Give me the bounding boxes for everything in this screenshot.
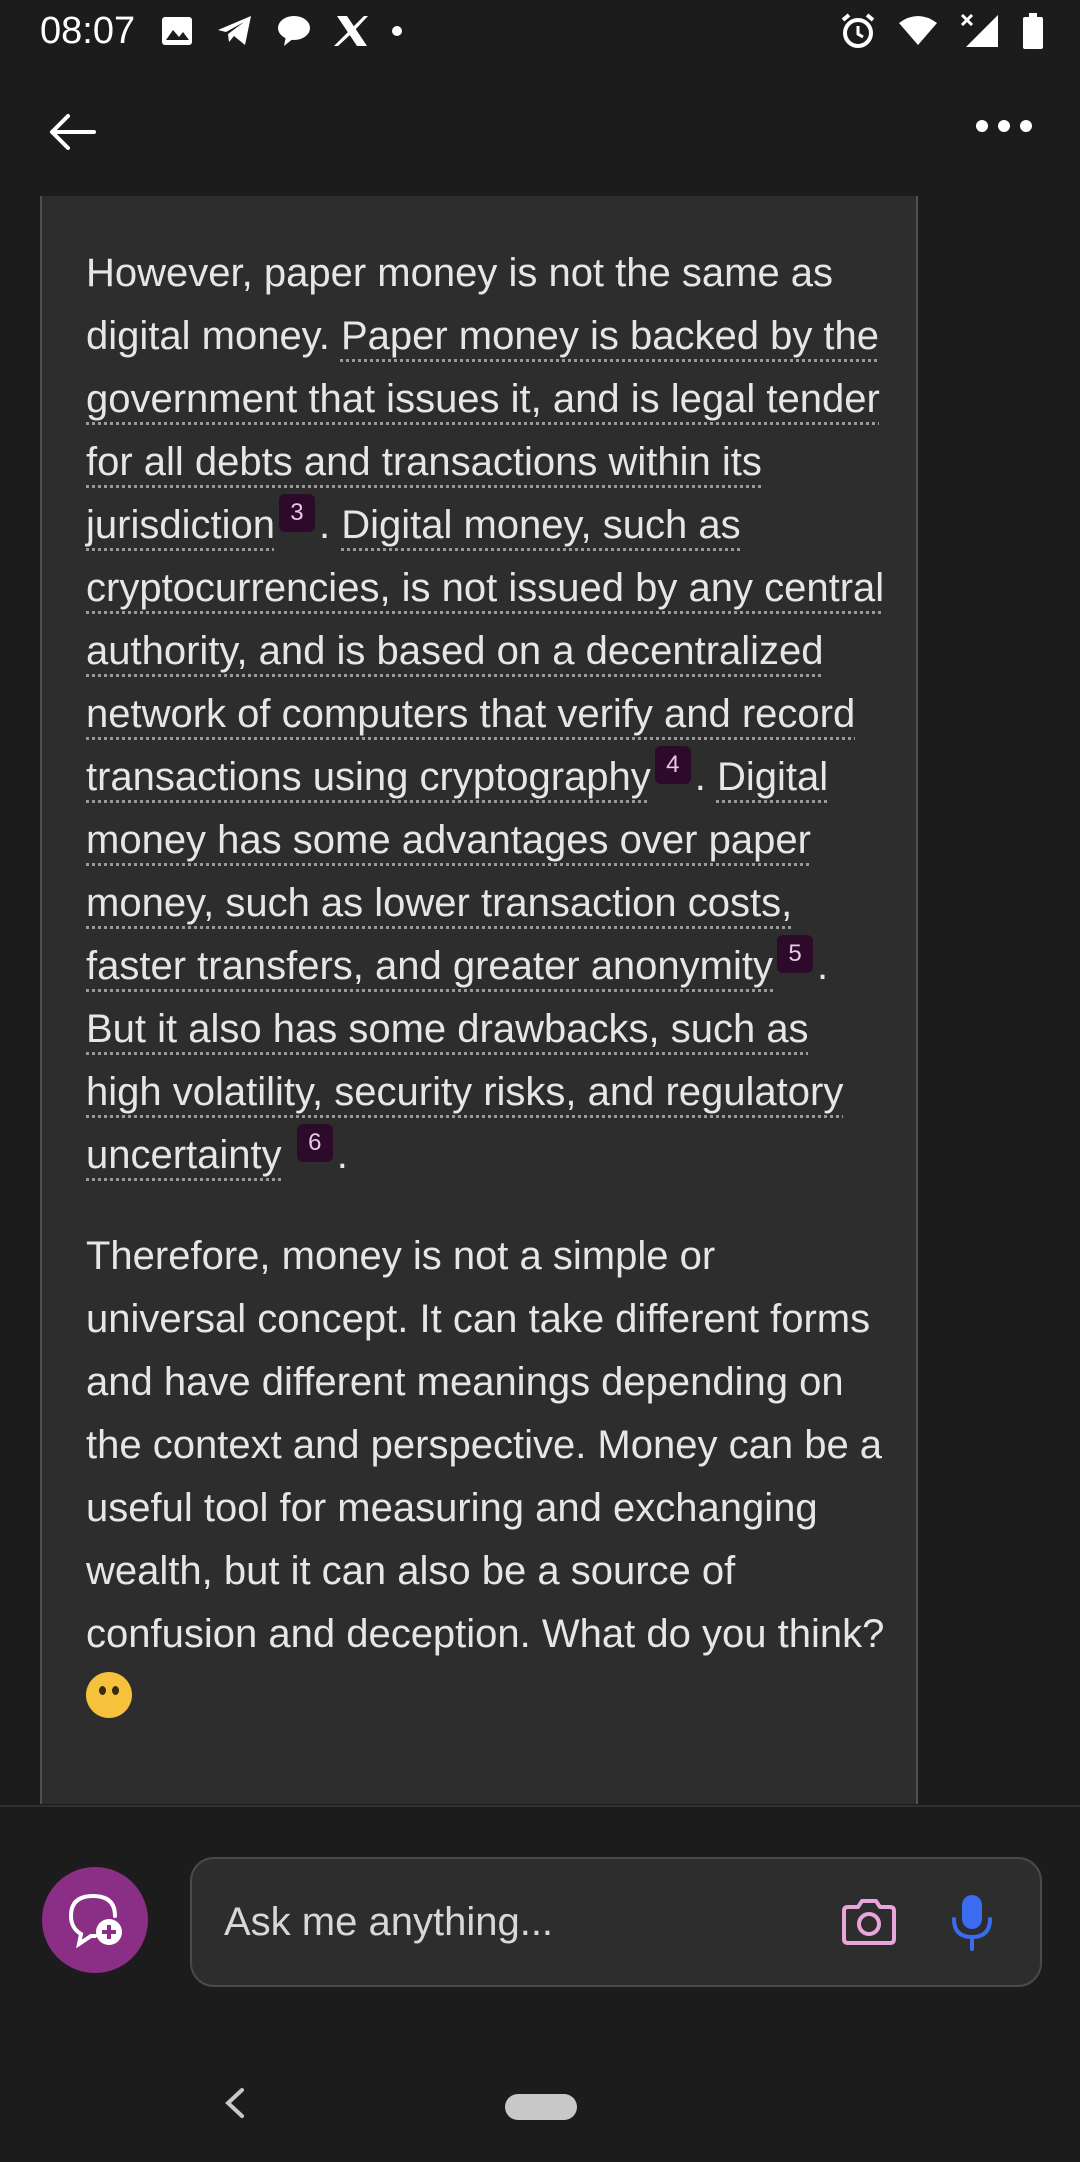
message-paragraph-1: However, paper money is not the same as … bbox=[86, 251, 885, 1177]
system-nav-bar bbox=[0, 2070, 1080, 2160]
back-arrow-icon[interactable] bbox=[44, 104, 100, 160]
x-icon bbox=[334, 16, 368, 46]
citation-badge[interactable]: 5 bbox=[777, 935, 813, 973]
message-paragraph-2: Therefore, money is not a simple or univ… bbox=[86, 1225, 886, 1729]
thinking-face-icon bbox=[86, 1672, 132, 1718]
citation-badge[interactable]: 6 bbox=[296, 1124, 333, 1162]
status-bar: 08:07 bbox=[0, 0, 1080, 64]
wifi-icon bbox=[899, 16, 937, 45]
chat-input-box[interactable] bbox=[190, 1857, 1042, 1987]
notification-dot bbox=[392, 26, 402, 36]
signal-icon bbox=[960, 13, 998, 47]
citation-badge[interactable]: 3 bbox=[278, 494, 315, 532]
message-text: However, paper money is not the same as … bbox=[86, 242, 886, 1767]
nav-home-pill[interactable] bbox=[505, 2094, 577, 2120]
battery-icon bbox=[1023, 13, 1043, 49]
status-right-icons bbox=[840, 12, 1044, 50]
status-time: 08:07 bbox=[40, 10, 136, 52]
telegram-icon bbox=[218, 16, 251, 45]
alarm-icon bbox=[841, 13, 875, 48]
paragraph-text: Therefore, money is not a simple or univ… bbox=[86, 1234, 885, 1656]
bot-message-card: However, paper money is not the same as … bbox=[40, 196, 918, 1804]
app-bar bbox=[0, 80, 1080, 180]
new-topic-button[interactable] bbox=[42, 1867, 148, 1973]
status-left-icons bbox=[160, 14, 402, 48]
cited-sentence[interactable]: But it also has some drawbacks, such as … bbox=[86, 1007, 843, 1177]
microphone-icon[interactable] bbox=[950, 1893, 994, 1951]
nav-back-icon[interactable] bbox=[222, 2086, 248, 2120]
citation-badge[interactable]: 4 bbox=[654, 746, 691, 784]
more-options-icon[interactable] bbox=[976, 120, 1032, 132]
camera-icon[interactable] bbox=[840, 1897, 898, 1947]
chat-input[interactable] bbox=[222, 1891, 786, 1953]
gallery-icon bbox=[162, 17, 192, 45]
chat-bubble-icon bbox=[278, 16, 310, 46]
new-chat-icon bbox=[68, 1894, 122, 1949]
